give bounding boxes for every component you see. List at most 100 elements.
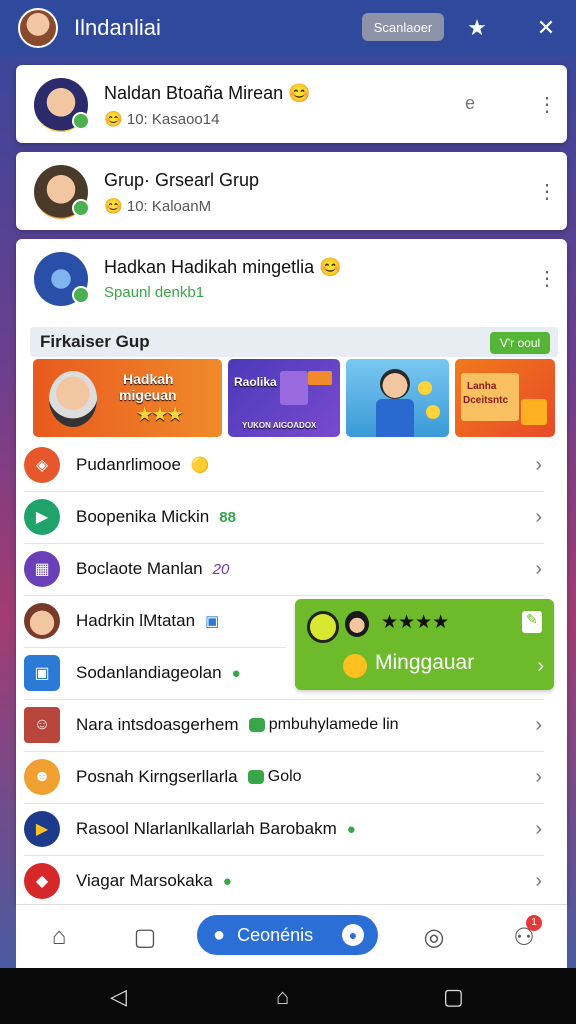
list-item[interactable]: ▶ Boopenika Mickin 88 › [24,491,544,543]
promo-card[interactable]: ★★★★ ✎ Minggauar › [295,599,554,690]
more-options-icon[interactable]: ⋮ [537,180,557,204]
chats-tab-label: Ceonénis [237,924,314,945]
list-item-label: Hadrkin lMtatan [76,611,196,630]
notification-badge: 1 [526,915,542,931]
banner-subtitle: Dceitsntc [463,395,509,406]
smile-emoji-icon: 😊 [288,82,311,103]
chevron-right-icon: › [535,869,542,892]
featured-title: Firkaiser Gup [40,332,150,351]
list-item[interactable]: ◆ Viagar Marsokaka ● › [24,855,544,907]
chats-tab[interactable]: ● Ceonénis ● [197,915,378,955]
chevron-right-icon: › [535,505,542,528]
chat-subtitle: 😊 10: Kasaoo14 [104,110,220,128]
list-item[interactable]: ▶ Rasool Nlarlanlkallarlah Barobakm ● › [24,803,544,855]
top-app-bar: Ilndanliai Scanlaoer ★ ✕ [0,0,576,56]
list-item-label: Viagar Marsokaka [76,871,213,890]
character-illustration [49,371,97,427]
list-item[interactable]: ◈ Pudanrlimooe 🟡 › [24,439,544,491]
timer-icon [307,611,339,643]
chat-subtitle: Spaunl denkb1 [104,284,205,301]
scan-button[interactable]: Scanlaoer [362,13,444,41]
star-rating-icon: ★★★ [137,405,183,424]
featured-banner[interactable] [346,359,449,437]
app-title: Ilndanliai [74,15,161,40]
coin-icon [343,654,367,678]
chat-name: Naldan Btoaña Mirean 😊 [104,82,311,103]
avatar-icon [345,611,369,637]
bottom-navigation: ⌂ ▢ ● Ceonénis ● ◎ ⚇ 1 [16,904,567,969]
banner-title: Lanha [467,381,497,392]
banner-title: Hadkah [123,371,174,387]
chat-name: Hadkan Hadikah mingetlia 😊 [104,257,342,277]
promo-label: Minggauar [375,651,475,674]
badge-icon: ● [222,872,232,890]
list-item-label: Pudanrlimooe [76,455,181,474]
online-status-icon [72,199,90,217]
character-icon: ☺ [24,707,60,743]
more-options-icon[interactable]: ⋮ [537,267,557,291]
home-icon[interactable]: ⌂ [43,921,75,953]
online-status-icon [72,112,90,130]
mention-icon: e [464,93,475,113]
list-item-label: Rasool Nlarlanlkallarlah Barobakm [76,819,337,838]
chat-badge-icon [247,770,264,785]
box-icon: ◈ [24,447,60,483]
back-icon[interactable]: ◁ [110,984,127,1010]
featured-banner[interactable]: Hadkah migeuan ★★★ [33,359,222,437]
coin-icon [418,381,432,395]
gift-icon [521,399,547,425]
chat-badge-icon [248,718,265,733]
home-button-icon[interactable]: ⌂ [276,984,289,1010]
smile-emoji-icon: 😊 [104,197,123,215]
badge-icon: 🟡 [190,457,210,474]
close-icon[interactable]: ✕ [530,12,562,44]
shield-icon: ◆ [24,863,60,899]
chevron-right-icon: › [535,557,542,580]
chat-avatar [34,165,90,219]
list-item-extra-label: Golo [267,768,302,785]
tag-icon [308,371,332,385]
coin-icon [426,405,440,419]
character-illustration [380,369,410,399]
chat-card[interactable]: Grup· Grsearl Grup 😊 10: KaloanM ⋮ [16,152,567,230]
banner-subtitle: migeuan [119,387,177,403]
more-options-icon[interactable]: ⋮ [537,93,557,117]
chat-row[interactable]: Hadkan Hadikah mingetlia 😊 Spaunl denkb1… [16,239,567,319]
system-navigation-bar: ◁ ⌂ ▢ [0,968,576,1024]
badge-icon: ● [231,664,241,682]
chevron-right-icon: › [535,453,542,476]
chevron-right-icon: › [537,655,544,677]
recents-icon[interactable]: ▢ [443,984,464,1010]
avatar-icon [24,603,60,639]
featured-banner[interactable]: Lanha Dceitsntc [455,359,555,437]
featured-banner[interactable]: Raolika YUKON AIGOADOX [228,359,340,437]
list-item[interactable]: ▣ Sodanlandiageolan ● [24,647,286,699]
smile-emoji-icon: 😊 [104,110,123,128]
banner-title: Raolika [234,375,277,389]
badge-icon: ● [346,820,356,838]
device-illustration [280,371,308,405]
camera-icon[interactable]: ◎ [418,921,450,953]
smile-emoji-icon: 😊 [319,257,342,277]
bag-icon[interactable]: ▢ [129,921,161,953]
edit-icon[interactable]: ✎ [522,611,542,633]
view-all-button[interactable]: V'r ooul [490,332,550,354]
chat-bubble-icon: ● [213,923,226,946]
list-item-extra: pmbuhylamede lin [248,716,399,734]
list-item[interactable]: ▦ Boclaote Manlan 20 › [24,543,544,595]
list-item[interactable]: Hadrkin lMtatan ▣ [24,595,286,647]
profile-avatar[interactable] [18,8,58,48]
face-icon: ☻ [24,759,60,795]
list-item-label: Boopenika Mickin [76,507,210,526]
chat-card[interactable]: Naldan Btoaña Mirean 😊 😊 10: Kasaoo14 e … [16,65,567,143]
star-rating-icon: ★★★★ [381,612,450,633]
badge-text: 88 [219,508,236,526]
list-item-label: Posnah Kirngserllarla [76,767,238,786]
list-item-extra-label: pmbuhylamede lin [268,716,399,733]
chat-subtitle: 😊 10: KaloanM [104,197,212,215]
list-item[interactable]: ☻ Posnah Kirngserllarla Golo › [24,751,544,803]
list-item-extra: Golo [247,768,302,786]
chat-avatar [34,78,90,132]
star-icon[interactable]: ★ [461,12,493,44]
list-item[interactable]: ☺ Nara intsdoasgerhem pmbuhylamede lin › [24,699,544,751]
